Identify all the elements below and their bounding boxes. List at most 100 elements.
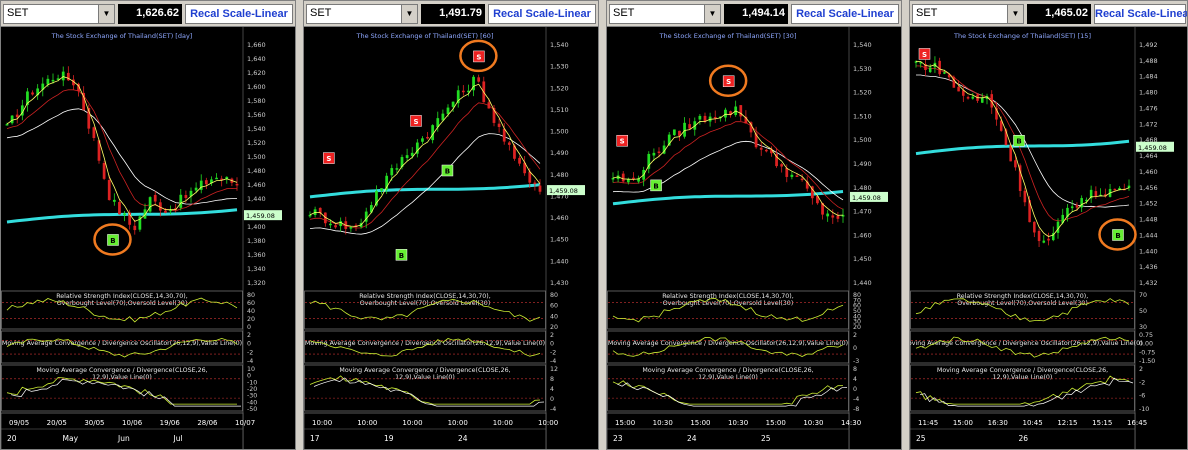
y-tick-label: 1,600: [247, 83, 266, 91]
rsi-tick-label: 30: [1139, 324, 1147, 331]
macd-signal-line: [313, 377, 545, 407]
y-tick-label: 1,480: [1139, 89, 1158, 97]
macd-osc-tick-label: 2: [247, 332, 251, 339]
y-tick-label: 1,490: [853, 160, 872, 168]
macd-tick-label: 8: [550, 376, 554, 383]
macd-tick-label: 12: [550, 366, 558, 373]
candle-body: [112, 199, 116, 202]
chevron-down-icon[interactable]: ▼: [704, 5, 720, 23]
macd-label-line1: Moving Average Convergence / Divergence(…: [937, 367, 1108, 374]
symbol-dropdown[interactable]: SET ▼: [306, 4, 418, 24]
signal-label: S: [922, 51, 927, 59]
panel-toolbar: SET ▼ 1,465.02 Recal Scale-Linear: [910, 1, 1187, 27]
macd-osc-tick-label: -1.50: [1139, 358, 1155, 365]
candle-body: [1127, 185, 1131, 189]
y-tick-label: 1,660: [247, 41, 266, 49]
y-tick-label: 1,440: [247, 195, 266, 203]
macd-label-line2: 12,9),Value Line(0): [993, 374, 1053, 381]
symbol-dropdown[interactable]: SET ▼: [3, 4, 115, 24]
y-tick-label: 1,432: [1139, 279, 1158, 287]
chart-area[interactable]: The Stock Exchange of Thailand(SET) [30]…: [607, 27, 902, 450]
y-tick-label: 1,436: [1139, 263, 1158, 271]
recal-scale-button[interactable]: Recal Scale-Linear: [488, 4, 596, 24]
chart-area[interactable]: The Stock Exchange of Thailand(SET) [day…: [1, 27, 296, 450]
y-tick-label: 1,460: [247, 181, 266, 189]
x-period-label: May: [63, 434, 79, 443]
macd-osc-tick-label: -0.75: [1139, 349, 1155, 356]
candle-body: [759, 147, 763, 150]
y-tick-label: 1,470: [853, 208, 872, 216]
macd-osc-pane: [1, 330, 243, 364]
last-price: 1,491.79: [421, 4, 485, 24]
symbol-dropdown[interactable]: SET ▼: [609, 4, 721, 24]
chart-area[interactable]: The Stock Exchange of Thailand(SET) [15]…: [910, 27, 1188, 450]
candle-body: [724, 109, 727, 118]
signal-label: S: [726, 78, 731, 86]
symbol-value: SET: [613, 7, 635, 19]
chart-panel-2[interactable]: SET ▼ 1,491.79 Recal Scale-Linear The Sto…: [303, 0, 599, 450]
candle-body: [194, 187, 198, 191]
candle-body: [502, 128, 506, 142]
y-tick-label: 1,476: [1139, 104, 1158, 112]
last-price: 1,465.02: [1027, 4, 1091, 24]
macd-tick-label: -4: [550, 406, 556, 413]
rsi-label-line2: Overbought Level(70),Oversold Level(30): [957, 300, 1088, 307]
rsi-tick-label: 70: [1139, 292, 1147, 299]
candle-body: [5, 124, 9, 126]
x-tick-label: 15:00: [766, 419, 786, 427]
candle-body: [826, 213, 830, 217]
symbol-dropdown[interactable]: SET ▼: [912, 4, 1024, 24]
candle-body: [831, 215, 835, 218]
y-tick-label: 1,492: [1139, 41, 1158, 49]
y-tick-label: 1,520: [550, 84, 569, 92]
candle-body: [938, 60, 941, 75]
macd-osc-pane: [607, 330, 849, 364]
y-tick-label: 1,620: [247, 69, 266, 77]
ma-slow-line: [612, 140, 844, 201]
last-price-tag-label: 1,459.08: [549, 187, 578, 195]
recal-scale-button[interactable]: Recal Scale-Linear: [1094, 4, 1187, 24]
signal-label: S: [326, 155, 331, 163]
y-tick-label: 1,500: [247, 153, 266, 161]
macd-tick-label: 0: [853, 386, 857, 393]
candle-body: [980, 97, 984, 103]
recal-scale-button[interactable]: Recal Scale-Linear: [185, 4, 293, 24]
y-tick-label: 1,520: [853, 89, 872, 97]
candle-body: [446, 107, 450, 115]
x-period-label: 26: [1019, 434, 1029, 443]
chart-panel-4[interactable]: SET ▼ 1,465.02 Recal Scale-Linear The Sto…: [909, 0, 1188, 450]
candle-body: [538, 185, 542, 192]
y-tick-label: 1,540: [247, 125, 266, 133]
y-tick-label: 1,472: [1139, 120, 1158, 128]
y-tick-label: 1,484: [1139, 73, 1158, 81]
signal-label: B: [110, 237, 115, 245]
candle-body: [339, 221, 343, 227]
macd-tick-label: 2: [1139, 366, 1143, 373]
candle-body: [349, 227, 353, 229]
y-tick-label: 1,540: [853, 41, 872, 49]
macd-osc-pane: [910, 330, 1135, 364]
chevron-down-icon[interactable]: ▼: [401, 5, 417, 23]
x-tick-label: 16:45: [1127, 419, 1147, 427]
y-tick-label: 1,380: [247, 237, 266, 245]
recal-scale-button[interactable]: Recal Scale-Linear: [791, 4, 899, 24]
x-tick-label: 28/06: [197, 419, 218, 427]
y-tick-label: 1,460: [1139, 168, 1158, 176]
chart-panel-1[interactable]: SET ▼ 1,626.62 Recal Scale-Linear The Sto…: [0, 0, 296, 450]
candle-body: [477, 77, 481, 82]
candle-body: [626, 179, 630, 183]
y-tick-label: 1,444: [1139, 231, 1158, 239]
chevron-down-icon[interactable]: ▼: [1007, 5, 1023, 23]
candle-body: [657, 151, 661, 154]
chevron-down-icon[interactable]: ▼: [98, 5, 114, 23]
candle-body: [795, 175, 799, 178]
y-tick-label: 1,450: [853, 255, 872, 263]
chart-area[interactable]: The Stock Exchange of Thailand(SET) [60]…: [304, 27, 599, 450]
x-period-label: 17: [310, 434, 320, 443]
ma-long-line: [6, 208, 238, 224]
x-tick-label: 10:00: [312, 419, 332, 427]
chart-panel-3[interactable]: SET ▼ 1,494.14 Recal Scale-Linear The Sto…: [606, 0, 902, 450]
y-tick-label: 1,440: [550, 257, 569, 265]
candle-body: [780, 164, 784, 167]
y-tick-label: 1,480: [550, 171, 569, 179]
